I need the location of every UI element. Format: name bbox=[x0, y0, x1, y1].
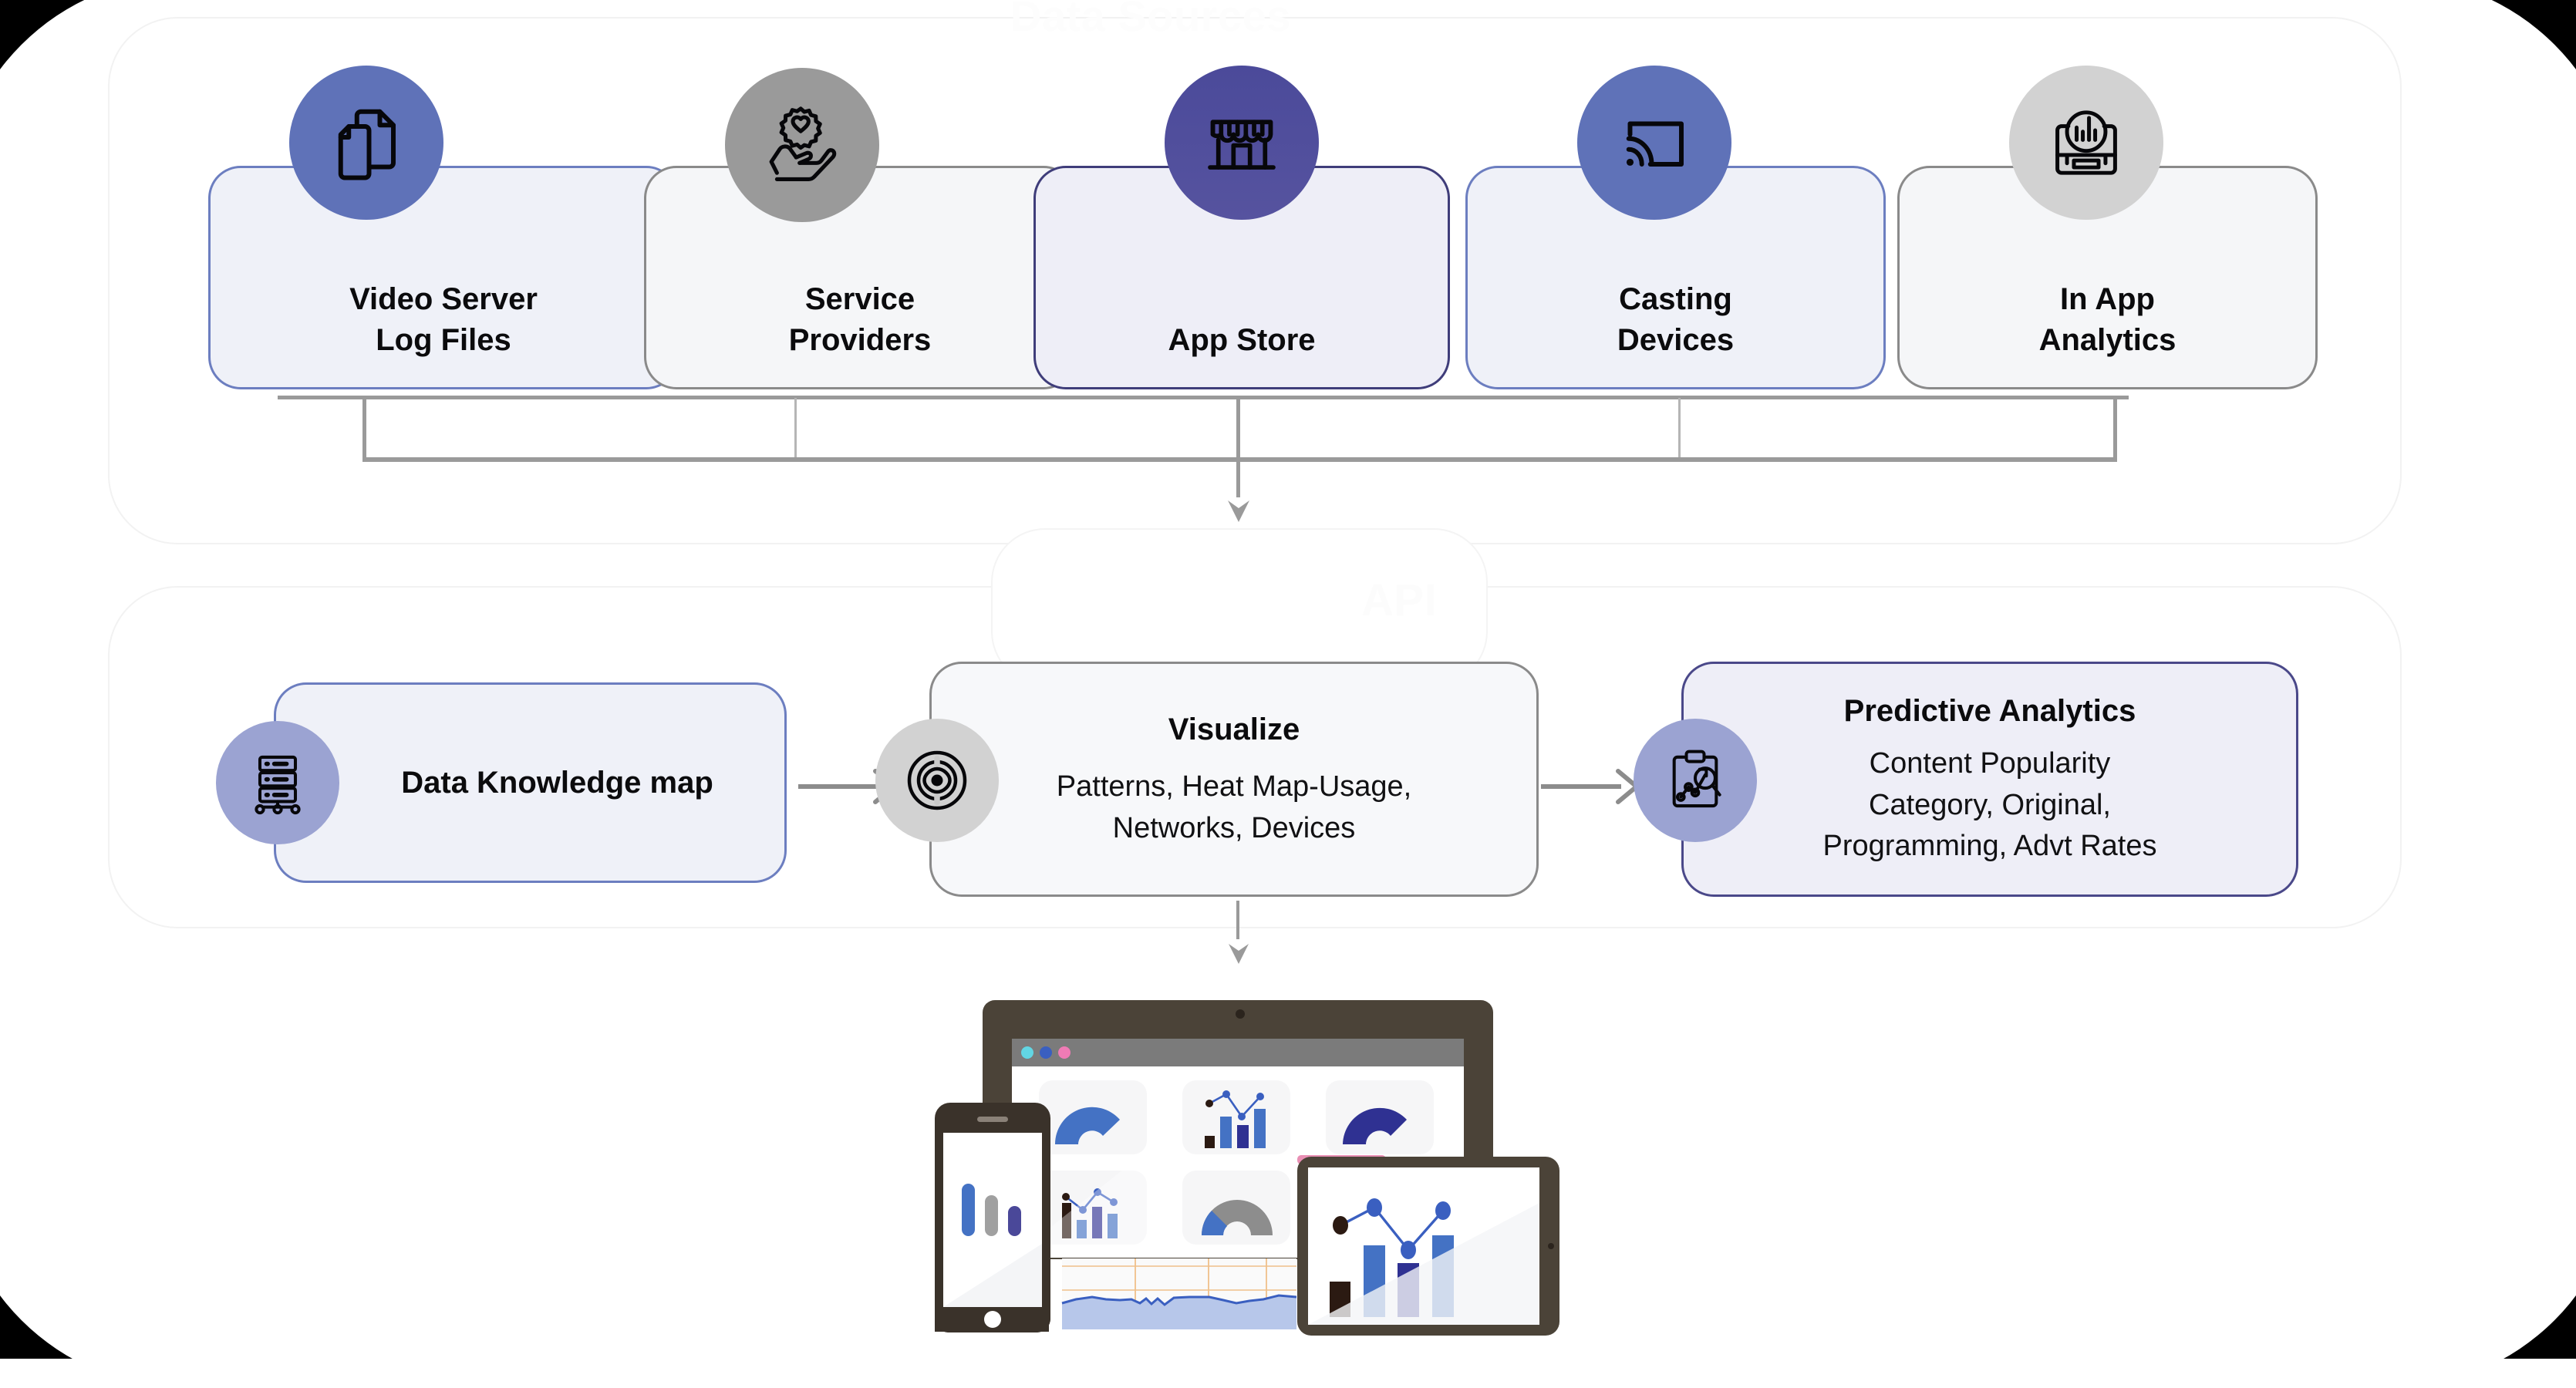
analytics-monitor-icon bbox=[2009, 66, 2163, 220]
source-card-video-server-log-files[interactable]: Video Server Log Files bbox=[208, 166, 679, 389]
source-card-label: In App Analytics bbox=[2038, 282, 2176, 358]
pipeline-card-title: Data Knowledge map bbox=[401, 766, 713, 800]
sources-section-title: Data Sources bbox=[1010, 0, 1291, 40]
bracket-inner-drop-2 bbox=[1678, 398, 1681, 461]
bracket-inner-drop-1 bbox=[794, 398, 797, 461]
pipeline-card-title: Visualize bbox=[1168, 712, 1300, 746]
pipeline-card-subtitle: Patterns, Heat Map-Usage, Networks, Devi… bbox=[1056, 770, 1412, 844]
diagram-canvas: Data Sources API Video Server Log Files … bbox=[0, 0, 2576, 1388]
devices-illustration bbox=[935, 1000, 1559, 1336]
bracket-top-rail bbox=[278, 396, 2129, 399]
window-dot-3 bbox=[1058, 1046, 1071, 1059]
phone-bars bbox=[935, 1103, 1050, 1332]
server-rack-icon bbox=[216, 721, 339, 844]
pipeline-card-visualize[interactable]: Visualize Patterns, Heat Map-Usage, Netw… bbox=[929, 662, 1539, 897]
hand-heart-gear-icon bbox=[725, 68, 879, 222]
documents-icon bbox=[289, 66, 443, 220]
bracket-right-drop bbox=[2113, 398, 2117, 461]
source-card-label: App Store bbox=[1168, 323, 1316, 358]
bracket-left-drop bbox=[362, 398, 366, 461]
bracket-arrow-head bbox=[1228, 500, 1249, 522]
clipboard-chart-icon bbox=[1634, 719, 1757, 842]
pipeline-card-title: Predictive Analytics bbox=[1843, 693, 2136, 728]
pipeline-section-title: API bbox=[1361, 575, 1438, 625]
pipeline-card-predictive-analytics[interactable]: Predictive Analytics Content Popularity … bbox=[1681, 662, 2298, 897]
storefront-icon bbox=[1165, 66, 1319, 220]
source-card-service-providers[interactable]: Service Providers bbox=[644, 166, 1076, 389]
pipeline-arrow-2 bbox=[1541, 769, 1639, 804]
eye-target-icon bbox=[875, 719, 999, 842]
bracket-center-drop bbox=[1236, 398, 1240, 461]
source-card-label: Video Server Log Files bbox=[349, 282, 538, 358]
tablet-barline bbox=[1297, 1155, 1559, 1336]
widget-area-chart bbox=[1061, 1258, 1297, 1329]
source-card-label: Service Providers bbox=[788, 282, 932, 358]
pipeline-card-subtitle: Content Popularity Category, Original, P… bbox=[1822, 746, 2157, 863]
window-dot-1 bbox=[1021, 1046, 1033, 1059]
cast-screen-icon bbox=[1577, 66, 1731, 220]
pipeline-card-data-knowledge-map[interactable]: Data Knowledge map bbox=[274, 682, 787, 883]
source-card-label: Casting Devices bbox=[1617, 282, 1735, 358]
window-dot-2 bbox=[1040, 1046, 1052, 1059]
